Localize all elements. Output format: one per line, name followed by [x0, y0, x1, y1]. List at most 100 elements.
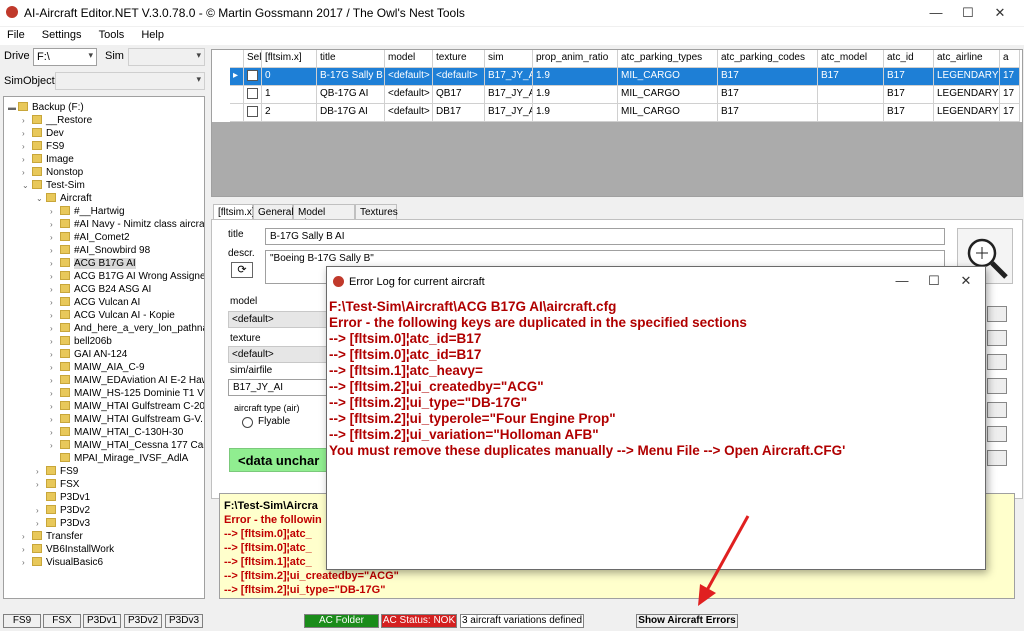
tree-item[interactable]: › ACG Vulcan AI - Kopie	[50, 309, 175, 322]
tree-item[interactable]: ▬ Backup (F:)	[8, 101, 84, 114]
tree-item[interactable]: › #AI Navy - Nimitz class aircraft carri	[50, 218, 204, 231]
folder-tree[interactable]: ▬ Backup (F:) › __Restore › Dev › FS9 › Image › Non…	[3, 96, 205, 599]
grid-cell[interactable]: 0	[262, 68, 317, 86]
side-button-2[interactable]	[987, 330, 1007, 346]
tree-item[interactable]: › ACG Vulcan AI	[50, 296, 140, 309]
tree-item[interactable]: › bell206b	[50, 335, 112, 348]
column-header[interactable]: Sel.	[244, 50, 262, 68]
tree-item[interactable]: › P3Dv2	[36, 504, 90, 517]
drive-select[interactable]: F:\ ▾	[33, 48, 97, 66]
tree-item[interactable]: › __Restore	[22, 114, 92, 127]
maximize-button[interactable]: ☐	[951, 0, 985, 26]
grid-cell[interactable]: 2	[262, 104, 317, 122]
expander-icon[interactable]: ▬	[8, 101, 18, 114]
tree-item[interactable]: › Dev	[22, 127, 64, 140]
tree-item[interactable]: › #__Hartwig	[50, 205, 125, 218]
expander-icon[interactable]: ›	[50, 322, 60, 335]
column-header[interactable]: a	[1000, 50, 1020, 68]
grid-cell[interactable]: ▸	[230, 68, 244, 86]
column-header[interactable]: model	[385, 50, 433, 68]
menu-help[interactable]: Help	[134, 27, 171, 43]
grid-cell[interactable]: DB17	[433, 104, 485, 122]
grid-cell[interactable]: MIL_CARGO	[618, 86, 718, 104]
refresh-icon[interactable]: ⟳	[231, 262, 253, 278]
expander-icon[interactable]: ›	[22, 556, 32, 569]
expander-icon[interactable]: ›	[50, 348, 60, 361]
column-header[interactable]	[230, 50, 244, 68]
tree-item[interactable]: › #AI_Comet2	[50, 231, 130, 244]
expander-icon[interactable]: ›	[22, 127, 32, 140]
grid-cell[interactable]	[230, 104, 244, 122]
expander-icon[interactable]: ›	[50, 387, 60, 400]
expander-icon[interactable]: ›	[50, 244, 60, 257]
grid-cell[interactable]: 17	[1000, 86, 1020, 104]
dialog-maximize-button[interactable]: ☐	[917, 268, 951, 294]
sim-button-fsx[interactable]: FSX	[43, 614, 81, 628]
flyable-radio[interactable]	[242, 417, 253, 428]
grid-cell[interactable]: 1.9	[533, 104, 618, 122]
grid-cell[interactable]: 1	[262, 86, 317, 104]
simobjects-select[interactable]: ▾	[55, 72, 205, 90]
dialog-log-text[interactable]: F:\Test-Sim\Aircraft\ACG B17G AI\aircraf…	[329, 297, 983, 569]
grid-cell[interactable]: 1.9	[533, 86, 618, 104]
column-header[interactable]: texture	[433, 50, 485, 68]
grid-cell[interactable]: 17	[1000, 68, 1020, 86]
tree-item[interactable]: › Image	[22, 153, 74, 166]
tree-item[interactable]: › Nonstop	[22, 166, 83, 179]
grid-cell[interactable]: B17	[884, 86, 934, 104]
tab-model-viewer[interactable]: Model Viewer	[293, 204, 355, 229]
side-button-3[interactable]	[987, 354, 1007, 370]
grid-cell[interactable]: <default>	[385, 104, 433, 122]
column-header[interactable]: atc_parking_types	[618, 50, 718, 68]
tree-item[interactable]: › MAIW_HTAI_C-130H-30	[50, 426, 183, 439]
grid-cell[interactable]: B17_JY_AI	[485, 104, 533, 122]
expander-icon[interactable]: ›	[50, 231, 60, 244]
column-header[interactable]: atc_model	[818, 50, 884, 68]
tree-item[interactable]: › ACG B17G AI	[50, 257, 136, 270]
menu-tools[interactable]: Tools	[92, 27, 132, 43]
tree-item[interactable]: › FS9	[36, 465, 78, 478]
tree-item[interactable]: › VB6InstallWork	[22, 543, 114, 556]
grid-cell[interactable]	[244, 86, 262, 104]
grid-cell[interactable]: QB-17G AI	[317, 86, 385, 104]
tree-item[interactable]: P3Dv1	[36, 491, 90, 504]
show-aircraft-errors-button[interactable]: Show Aircraft Errors	[636, 614, 738, 628]
sim-button-p3dv2[interactable]: P3Dv2	[124, 614, 162, 628]
texture-field[interactable]: <default>	[228, 346, 328, 363]
grid-cell[interactable]: 1.9	[533, 68, 618, 86]
expander-icon[interactable]: ›	[50, 270, 60, 283]
grid-cell[interactable]: B17	[884, 104, 934, 122]
tree-item[interactable]: › VisualBasic6	[22, 556, 103, 569]
tree-item[interactable]: › Transfer	[22, 530, 83, 543]
grid-cell[interactable]: QB17	[433, 86, 485, 104]
side-button-4[interactable]	[987, 378, 1007, 394]
close-button[interactable]: ✕	[983, 0, 1017, 26]
expander-icon[interactable]: ⌄	[22, 179, 32, 192]
grid-cell[interactable]: B17	[884, 68, 934, 86]
grid-cell[interactable]	[818, 104, 884, 122]
expander-icon[interactable]: ⌄	[36, 192, 46, 205]
grid-cell[interactable]: B17	[718, 86, 818, 104]
tab-fltsim[interactable]: [fltsim.x]	[213, 204, 255, 220]
side-button-7[interactable]	[987, 450, 1007, 466]
side-button-6[interactable]	[987, 426, 1007, 442]
column-header[interactable]: sim	[485, 50, 533, 68]
grid-cell[interactable]: 17	[1000, 104, 1020, 122]
tree-item[interactable]: › ACG B17G AI Wrong Assigned Tex	[50, 270, 204, 283]
expander-icon[interactable]: ›	[50, 335, 60, 348]
tree-item[interactable]: › MAIW_AIA_C-9	[50, 361, 145, 374]
grid-cell[interactable]	[818, 86, 884, 104]
tree-item[interactable]: › And_here_a_very_lon_pathname_t	[50, 322, 204, 335]
grid-cell[interactable]: B17	[818, 68, 884, 86]
tree-item[interactable]: › MAIW_HS-125 Dominie T1 V2 (JB	[50, 387, 204, 400]
grid-cell[interactable]: B-17G Sally B AI	[317, 68, 385, 86]
grid-cell[interactable]: B17	[718, 104, 818, 122]
tree-item[interactable]: › FS9	[22, 140, 64, 153]
grid-cell[interactable]: LEGENDARY	[934, 86, 1000, 104]
expander-icon[interactable]: ›	[50, 374, 60, 387]
expander-icon[interactable]: ›	[22, 140, 32, 153]
tree-item[interactable]: › #AI_Snowbird 98	[50, 244, 150, 257]
expander-icon[interactable]: ›	[50, 296, 60, 309]
grid-cell[interactable]: DB-17G AI	[317, 104, 385, 122]
expander-icon[interactable]: ›	[36, 517, 46, 530]
